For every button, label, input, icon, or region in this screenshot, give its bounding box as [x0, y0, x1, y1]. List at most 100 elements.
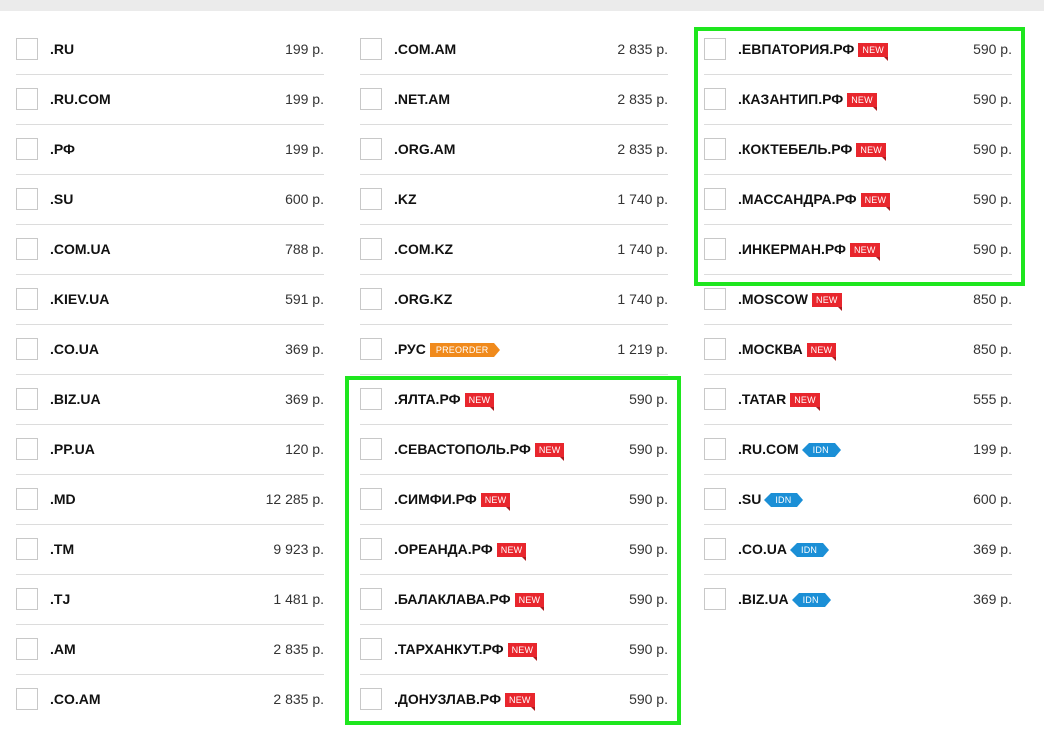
domain-checkbox[interactable]	[704, 488, 726, 510]
domain-row[interactable]: .KIEV.UA 591 р.	[16, 275, 324, 325]
domain-checkbox[interactable]	[360, 388, 382, 410]
domain-zone-label: .ЯЛТА.РФ	[394, 391, 461, 407]
domain-row[interactable]: .КОКТЕБЕЛЬ.РФ NEW 590 р.	[704, 125, 1012, 175]
domain-checkbox[interactable]	[704, 138, 726, 160]
domain-row[interactable]: .МАССАНДРА.РФ NEW 590 р.	[704, 175, 1012, 225]
domain-row[interactable]: .COM.UA 788 р.	[16, 225, 324, 275]
domain-checkbox[interactable]	[704, 238, 726, 260]
domain-row[interactable]: .ТАРХАНКУТ.РФ NEW 590 р.	[360, 625, 668, 675]
domain-row[interactable]: .TATAR NEW 555 р.	[704, 375, 1012, 425]
domain-row[interactable]: .СИМФИ.РФ NEW 590 р.	[360, 475, 668, 525]
domain-row[interactable]: .COM.KZ 1 740 р.	[360, 225, 668, 275]
domain-checkbox[interactable]	[16, 538, 38, 560]
domain-row[interactable]: .PP.UA 120 р.	[16, 425, 324, 475]
domain-checkbox[interactable]	[360, 88, 382, 110]
domain-checkbox[interactable]	[16, 638, 38, 660]
domain-price: 369 р.	[285, 391, 324, 407]
domain-row[interactable]: .CO.UA IDN 369 р.	[704, 525, 1012, 575]
domain-checkbox[interactable]	[360, 338, 382, 360]
domain-zone-label: .COM.KZ	[394, 241, 454, 257]
domain-checkbox[interactable]	[704, 388, 726, 410]
domain-zone-label: .RU	[50, 41, 75, 57]
domain-row[interactable]: .RU.COM IDN 199 р.	[704, 425, 1012, 475]
domain-row[interactable]: .ДОНУЗЛАВ.РФ NEW 590 р.	[360, 675, 668, 725]
domain-checkbox[interactable]	[704, 188, 726, 210]
domain-row[interactable]: .SU IDN 600 р.	[704, 475, 1012, 525]
domain-zone-label: .КАЗАНТИП.РФ	[738, 91, 844, 107]
domain-checkbox[interactable]	[16, 138, 38, 160]
domain-zone-label: .COM.UA	[50, 241, 111, 257]
domain-row[interactable]: .CO.AM 2 835 р.	[16, 675, 324, 725]
domain-row[interactable]: .ИНКЕРМАН.РФ NEW 590 р.	[704, 225, 1012, 275]
idn-badge: IDN	[789, 543, 830, 557]
domain-zone-label: .ИНКЕРМАН.РФ	[738, 241, 846, 257]
domain-checkbox[interactable]	[16, 338, 38, 360]
domain-checkbox[interactable]	[16, 438, 38, 460]
domain-zone-name: .СЕВАСТОПОЛЬ.РФ NEW	[394, 441, 565, 461]
domain-row[interactable]: .COM.AM 2 835 р.	[360, 25, 668, 75]
domain-row[interactable]: .КАЗАНТИП.РФ NEW 590 р.	[704, 75, 1012, 125]
domain-row[interactable]: .ЕВПАТОРИЯ.РФ NEW 590 р.	[704, 25, 1012, 75]
domain-checkbox[interactable]	[360, 38, 382, 60]
domain-checkbox[interactable]	[16, 188, 38, 210]
domain-checkbox[interactable]	[360, 488, 382, 510]
domain-checkbox[interactable]	[704, 88, 726, 110]
domain-row[interactable]: .RU 199 р.	[16, 25, 324, 75]
domain-checkbox[interactable]	[704, 588, 726, 610]
domain-row[interactable]: .MD 12 285 р.	[16, 475, 324, 525]
domain-row[interactable]: .MOSCOW NEW 850 р.	[704, 275, 1012, 325]
domain-checkbox[interactable]	[360, 288, 382, 310]
domain-row[interactable]: .KZ 1 740 р.	[360, 175, 668, 225]
new-badge: NEW	[534, 443, 565, 461]
domain-checkbox[interactable]	[360, 238, 382, 260]
domain-row[interactable]: .ORG.KZ 1 740 р.	[360, 275, 668, 325]
domain-row[interactable]: .ЯЛТА.РФ NEW 590 р.	[360, 375, 668, 425]
domain-checkbox[interactable]	[360, 138, 382, 160]
domain-price: 590 р.	[629, 391, 668, 407]
domain-row[interactable]: .СЕВАСТОПОЛЬ.РФ NEW 590 р.	[360, 425, 668, 475]
domain-row[interactable]: .РУС PREORDER 1 219 р.	[360, 325, 668, 375]
domain-checkbox[interactable]	[360, 688, 382, 710]
domain-row[interactable]: .ORG.AM 2 835 р.	[360, 125, 668, 175]
domain-row[interactable]: .РФ 199 р.	[16, 125, 324, 175]
domain-zone-name: .КАЗАНТИП.РФ NEW	[738, 91, 877, 111]
domain-checkbox[interactable]	[16, 88, 38, 110]
domain-zone-label: .ОРЕАНДА.РФ	[394, 541, 493, 557]
domain-checkbox[interactable]	[16, 38, 38, 60]
domain-checkbox[interactable]	[16, 288, 38, 310]
domain-checkbox[interactable]	[16, 238, 38, 260]
domain-row[interactable]: .SU 600 р.	[16, 175, 324, 225]
domain-zone-name: .РФ	[50, 141, 75, 157]
domain-zone-label: .TM	[50, 541, 75, 557]
domain-row[interactable]: .NET.AM 2 835 р.	[360, 75, 668, 125]
domain-price: 555 р.	[973, 391, 1012, 407]
domain-checkbox[interactable]	[704, 288, 726, 310]
domain-checkbox[interactable]	[704, 538, 726, 560]
domain-row[interactable]: .RU.COM 199 р.	[16, 75, 324, 125]
domain-row[interactable]: .БАЛАКЛАВА.РФ NEW 590 р.	[360, 575, 668, 625]
domain-checkbox[interactable]	[16, 688, 38, 710]
domain-row[interactable]: .AM 2 835 р.	[16, 625, 324, 675]
domain-checkbox[interactable]	[360, 638, 382, 660]
domain-zone-label: .COM.AM	[394, 41, 457, 57]
domain-row[interactable]: .TM 9 923 р.	[16, 525, 324, 575]
domain-checkbox[interactable]	[16, 588, 38, 610]
domain-row[interactable]: .CO.UA 369 р.	[16, 325, 324, 375]
domain-checkbox[interactable]	[704, 338, 726, 360]
domain-price: 590 р.	[973, 91, 1012, 107]
domain-checkbox[interactable]	[360, 188, 382, 210]
domain-row[interactable]: .BIZ.UA IDN 369 р.	[704, 575, 1012, 625]
domain-price: 369 р.	[973, 541, 1012, 557]
domain-checkbox[interactable]	[704, 438, 726, 460]
domain-row[interactable]: .ОРЕАНДА.РФ NEW 590 р.	[360, 525, 668, 575]
domain-zone-label: .СЕВАСТОПОЛЬ.РФ	[394, 441, 531, 457]
domain-checkbox[interactable]	[16, 388, 38, 410]
domain-checkbox[interactable]	[704, 38, 726, 60]
domain-row[interactable]: .BIZ.UA 369 р.	[16, 375, 324, 425]
domain-checkbox[interactable]	[16, 488, 38, 510]
domain-checkbox[interactable]	[360, 538, 382, 560]
domain-row[interactable]: .TJ 1 481 р.	[16, 575, 324, 625]
domain-row[interactable]: .МОСКВА NEW 850 р.	[704, 325, 1012, 375]
domain-checkbox[interactable]	[360, 438, 382, 460]
domain-checkbox[interactable]	[360, 588, 382, 610]
